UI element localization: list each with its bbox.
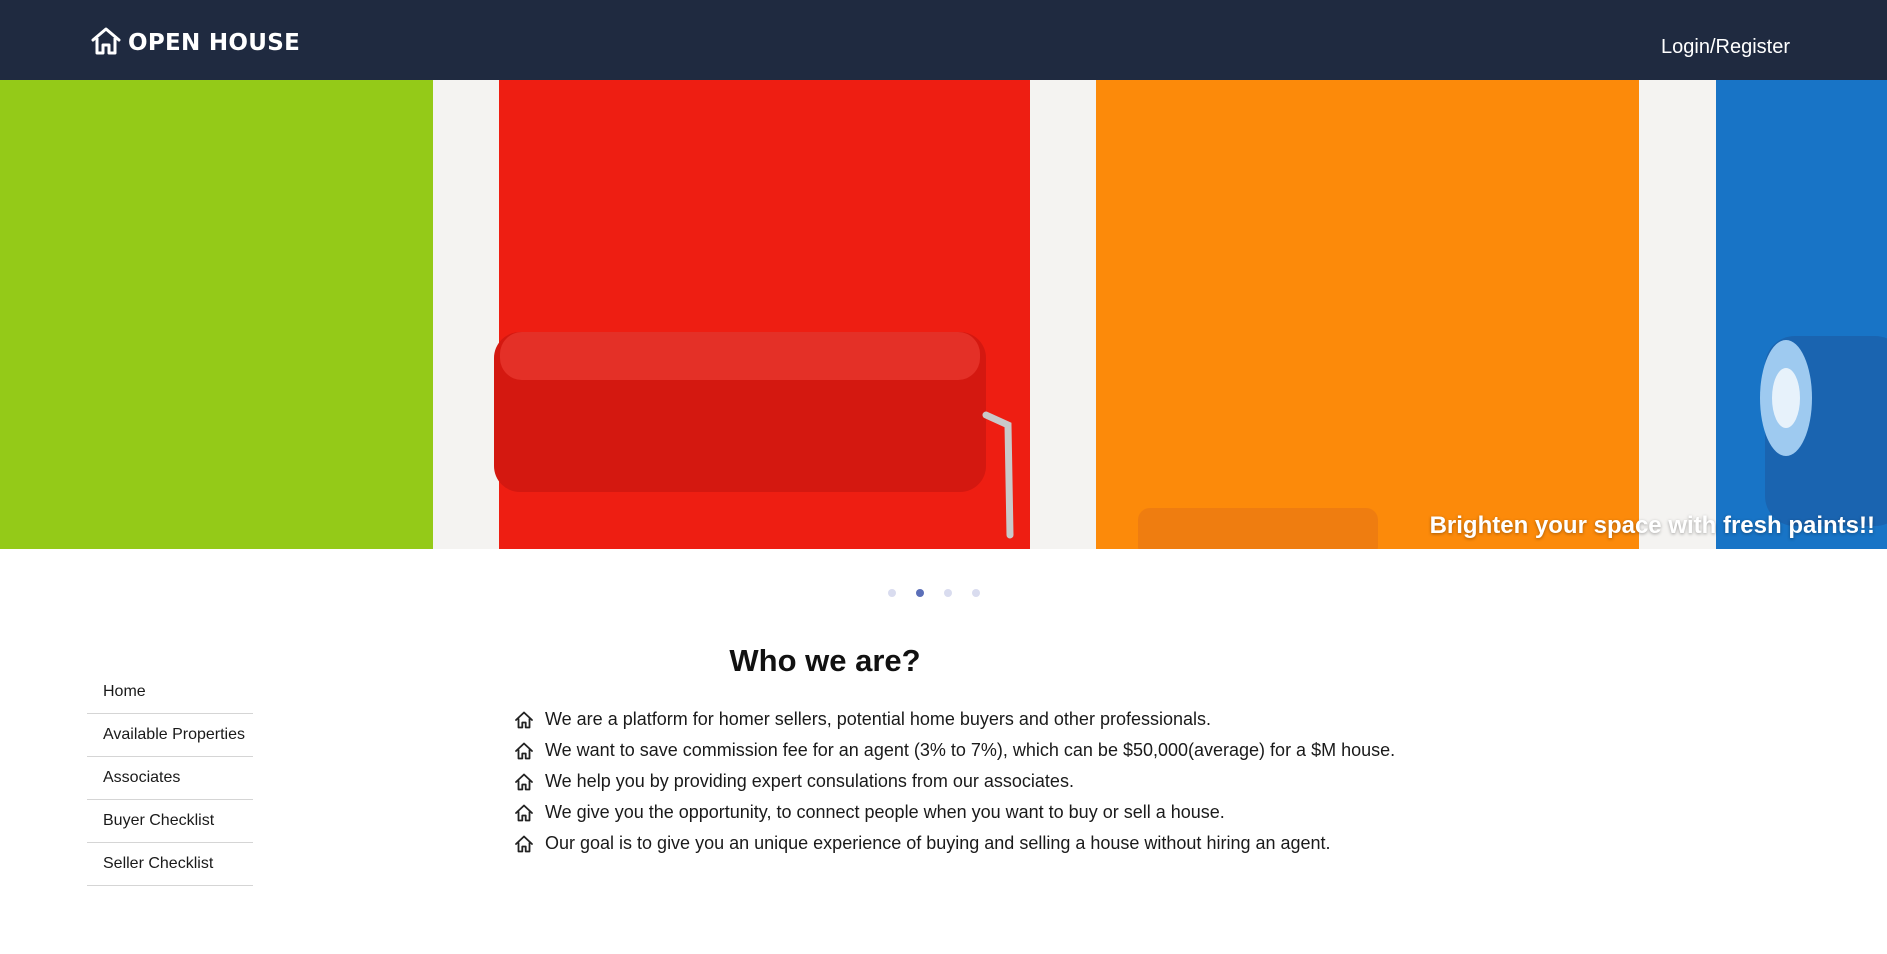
house-outline-icon [515, 804, 533, 821]
list-item: We help you by providing expert consulat… [514, 766, 1395, 797]
list-item-text: We are a platform for homer sellers, pot… [545, 709, 1211, 729]
list-item: We give you the opportunity, to connect … [514, 797, 1395, 828]
list-item-text: Our goal is to give you an unique experi… [545, 833, 1331, 853]
list-item-text: We want to save commission fee for an ag… [545, 740, 1396, 760]
list-item-text: We help you by providing expert consulat… [545, 771, 1074, 791]
sidebar-nav: Home Available Properties Associates Buy… [87, 672, 253, 887]
sidebar-item-seller-checklist[interactable]: Seller Checklist [87, 844, 253, 886]
brand-name: OPEN HOUSE [128, 30, 301, 56]
brand-logo[interactable]: OPEN HOUSE [90, 26, 300, 56]
about-list: We are a platform for homer sellers, pot… [514, 704, 1395, 859]
carousel-dot-1[interactable] [888, 589, 896, 597]
house-outline-icon [515, 711, 533, 728]
section-title: Who we are? [729, 643, 921, 678]
sidebar-item-home[interactable]: Home [87, 672, 253, 714]
top-navbar: OPEN HOUSE Login/Register [0, 0, 1887, 80]
carousel-dot-2[interactable] [916, 589, 924, 597]
list-item: We are a platform for homer sellers, pot… [514, 704, 1395, 735]
hero-carousel: Brighten your space with fresh paints!! [0, 80, 1887, 549]
list-item: We want to save commission fee for an ag… [514, 735, 1395, 766]
login-register-link[interactable]: Login/Register [1661, 35, 1790, 59]
house-outline-icon [515, 773, 533, 790]
hero-paint-image [0, 80, 1887, 549]
sidebar-item-associates[interactable]: Associates [87, 758, 253, 800]
list-item: Our goal is to give you an unique experi… [514, 828, 1395, 859]
house-outline-icon [515, 835, 533, 852]
list-item-text: We give you the opportunity, to connect … [545, 802, 1225, 822]
house-outline-icon [91, 27, 121, 55]
carousel-dot-4[interactable] [972, 589, 980, 597]
carousel-indicators [888, 587, 980, 599]
house-outline-icon [515, 742, 533, 759]
sidebar-item-available-properties[interactable]: Available Properties [87, 715, 253, 757]
carousel-dot-3[interactable] [944, 589, 952, 597]
sidebar-item-buyer-checklist[interactable]: Buyer Checklist [87, 801, 253, 843]
hero-caption: Brighten your space with fresh paints!! [1429, 512, 1875, 539]
